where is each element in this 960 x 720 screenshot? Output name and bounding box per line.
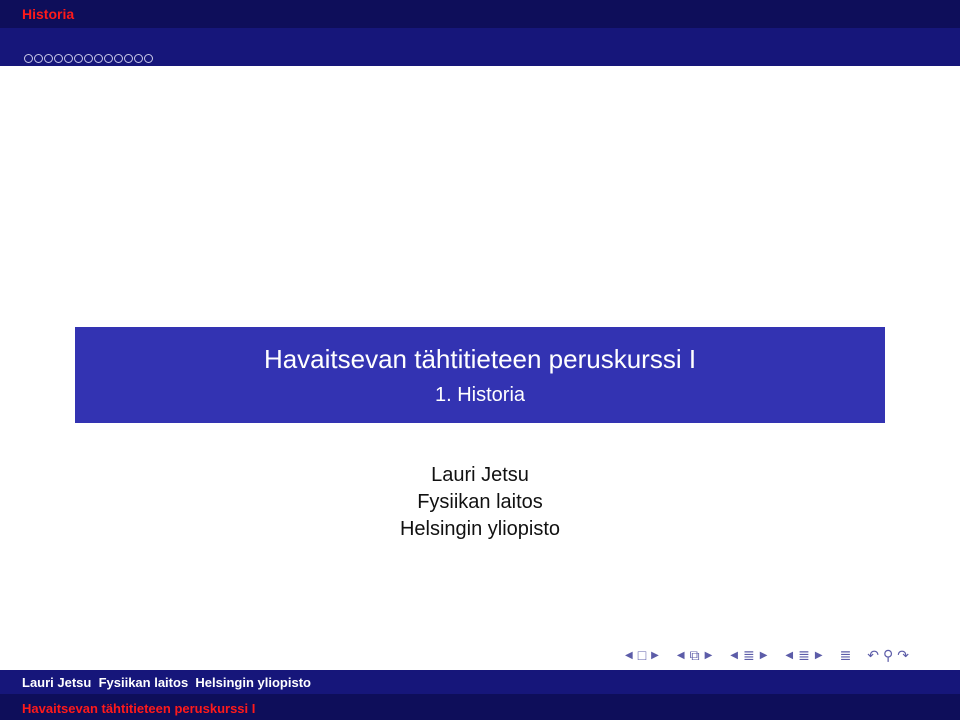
appendix-icon[interactable]: ≣ xyxy=(840,647,852,664)
slide-dot[interactable] xyxy=(54,54,63,63)
slide-dot[interactable] xyxy=(84,54,93,63)
department-name: Fysiikan laitos xyxy=(417,491,543,513)
document-icon[interactable]: ≣ xyxy=(798,647,810,664)
university-name: Helsingin yliopisto xyxy=(399,518,561,540)
nav-section-next-icon[interactable]: ▶ xyxy=(760,650,768,661)
nav-doc-prev-icon[interactable]: ◀ xyxy=(785,650,793,661)
author-block: Lauri Jetsu Fysiikan laitos Helsingin yl… xyxy=(0,462,960,543)
section-title[interactable]: Historia xyxy=(22,6,74,22)
header-bar-bottom xyxy=(0,28,960,66)
navigation-symbols: ◀ □ ▶ ◀ ⧉ ▶ ◀ ≣ ▶ ◀ ≣ ▶ ≣ ↶ ⚲ ↷ xyxy=(622,645,911,665)
author-name: Lauri Jetsu xyxy=(431,464,529,486)
nav-subsection-prev-icon[interactable]: ◀ xyxy=(677,650,685,661)
slide-dot[interactable] xyxy=(44,54,53,63)
footer-title: Havaitsevan tähtitieteen peruskurssi I xyxy=(22,701,256,716)
subsection-icon[interactable]: ⧉ xyxy=(690,647,700,664)
slide-dot[interactable] xyxy=(134,54,143,63)
slide-dot[interactable] xyxy=(74,54,83,63)
footer-authors: Lauri Jetsu Fysiikan laitos Helsingin yl… xyxy=(22,675,311,690)
slide-dot[interactable] xyxy=(24,54,33,63)
footer-bar-bottom: Havaitsevan tähtitieteen peruskurssi I xyxy=(0,694,960,720)
nav-section-prev-icon[interactable]: ◀ xyxy=(730,650,738,661)
slide-dot[interactable] xyxy=(144,54,153,63)
slide-dot[interactable] xyxy=(114,54,123,63)
search-icon[interactable]: ⚲ xyxy=(883,647,893,664)
slide-dot[interactable] xyxy=(34,54,43,63)
section-icon[interactable]: ≣ xyxy=(743,647,755,664)
footer-bar-top: Lauri Jetsu Fysiikan laitos Helsingin yl… xyxy=(0,670,960,694)
nav-subsection-next-icon[interactable]: ▶ xyxy=(705,650,713,661)
slide-progress-dots xyxy=(24,54,153,63)
search-back-icon[interactable]: ↶ xyxy=(867,647,879,664)
slide-dot[interactable] xyxy=(64,54,73,63)
nav-frame-next-icon[interactable]: ▶ xyxy=(651,650,659,661)
presentation-title: Havaitsevan tähtitieteen peruskurssi I xyxy=(263,344,697,374)
search-forward-icon[interactable]: ↷ xyxy=(897,647,909,664)
nav-frame-prev-icon[interactable]: ◀ xyxy=(625,650,633,661)
slide-dot[interactable] xyxy=(94,54,103,63)
header-bar-top: Historia xyxy=(0,0,960,28)
nav-doc-next-icon[interactable]: ▶ xyxy=(815,650,823,661)
presentation-subtitle: 1. Historia xyxy=(434,384,526,406)
slide-dot[interactable] xyxy=(104,54,113,63)
title-block: Havaitsevan tähtitieteen peruskurssi I 1… xyxy=(75,327,885,423)
frame-icon[interactable]: □ xyxy=(638,647,646,663)
slide-dot[interactable] xyxy=(124,54,133,63)
